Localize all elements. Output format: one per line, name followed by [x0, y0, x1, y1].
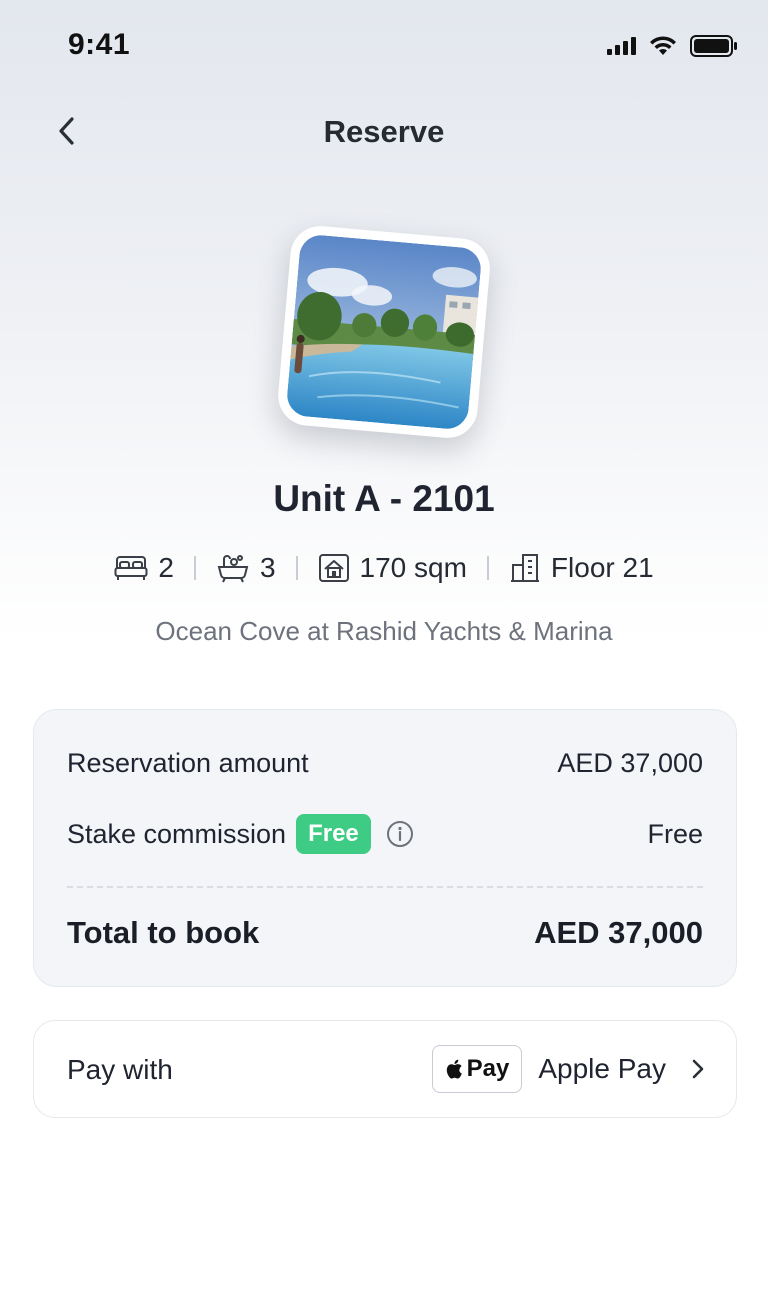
building-icon — [510, 554, 539, 582]
battery-icon — [690, 34, 738, 63]
payment-method-selector[interactable]: Pay with Pay Apple Pay — [33, 1020, 737, 1118]
floor-value: Floor 21 — [550, 552, 654, 583]
info-icon[interactable] — [385, 819, 415, 849]
unit-title: Unit A - 2101 — [273, 478, 495, 519]
bathtub-icon — [217, 555, 249, 583]
reservation-value: AED 37,000 — [557, 748, 703, 778]
bathrooms-value: 3 — [259, 552, 276, 583]
apple-pay-badge: Pay — [431, 1045, 523, 1093]
reservation-row: Reservation amount AED 37,000 — [67, 748, 703, 779]
total-label: Total to book — [67, 915, 260, 950]
free-badge: Free — [296, 814, 371, 854]
spec-floor: Floor 21 — [509, 552, 654, 584]
unit-specs: 2 3 170 sqm Floor 21 — [0, 552, 768, 584]
commission-value: Free — [647, 818, 703, 849]
status-bar: 9:41 — [0, 0, 768, 92]
bed-icon — [114, 556, 148, 580]
signal-icon — [606, 36, 636, 61]
payment-method-name: Apple Pay — [538, 1053, 666, 1084]
apple-logo-icon — [446, 1059, 462, 1079]
reservation-label: Reservation amount — [67, 748, 309, 778]
spec-area: 170 sqm — [318, 552, 467, 584]
project-location: Ocean Cove at Rashid Yachts & Marina — [155, 616, 613, 646]
spec-divider — [295, 556, 298, 580]
area-icon — [318, 554, 349, 582]
chevron-right-icon — [692, 1059, 704, 1079]
spec-bedrooms: 2 — [114, 552, 174, 584]
page-title: Reserve — [323, 114, 445, 149]
spec-divider — [193, 556, 196, 580]
payment-method: Pay Apple Pay — [431, 1045, 706, 1093]
commission-row: Stake commission Free Free — [67, 814, 703, 854]
apple-pay-badge-text: Pay — [466, 1055, 510, 1082]
total-row: Total to book AED 37,000 — [67, 915, 703, 951]
area-value: 170 sqm — [359, 552, 467, 583]
status-time: 9:41 — [68, 28, 131, 61]
wifi-icon — [648, 35, 678, 62]
bedrooms-value: 2 — [158, 552, 174, 583]
property-image — [275, 223, 493, 441]
total-value: AED 37,000 — [534, 915, 703, 950]
commission-label: Stake commission — [67, 818, 287, 849]
pay-with-label: Pay with — [67, 1054, 173, 1085]
spec-bathrooms: 3 — [216, 552, 276, 584]
dashed-divider — [67, 886, 703, 888]
status-icons — [606, 34, 738, 63]
spec-divider — [486, 556, 489, 580]
price-summary-card: Reservation amount AED 37,000 Stake comm… — [33, 709, 737, 987]
nav-bar: Reserve — [0, 100, 768, 166]
